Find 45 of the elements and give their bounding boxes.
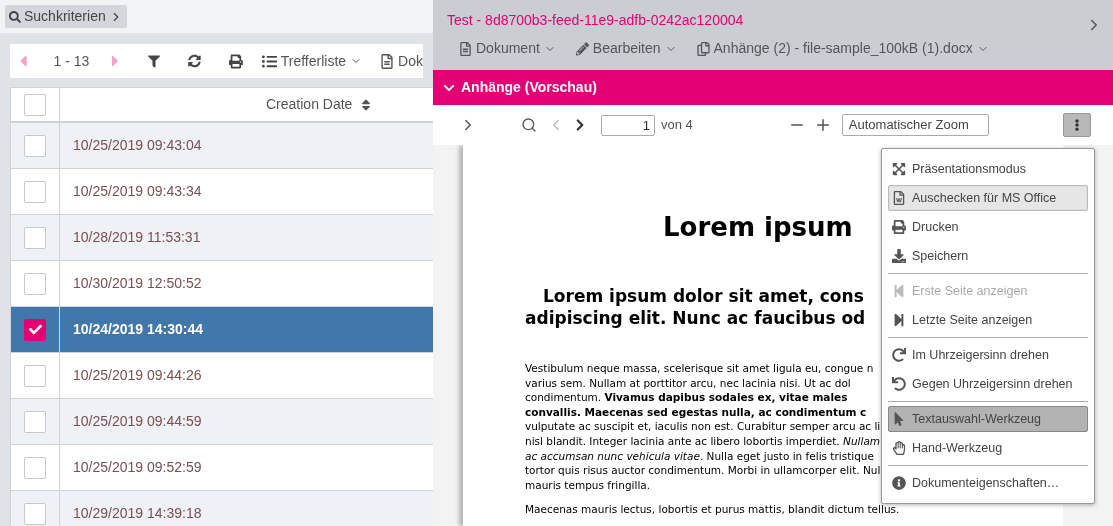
table-row[interactable]: 10/25/2019 09:44:26 [11, 353, 433, 399]
document-title: Test - 8d8700b3-feed-11e9-adfb-0242ac120004 [447, 11, 745, 30]
table-cell-text: 10/25/2019 09:43:34 [73, 182, 202, 201]
table-row[interactable]: 10/30/2019 12:50:52 [11, 261, 433, 307]
menu-item[interactable]: Speichern [888, 243, 1088, 269]
table-row[interactable]: 10/29/2019 14:39:18 [11, 491, 433, 526]
zoom-select[interactable]: Automatischer Zoom [841, 114, 989, 136]
table-cell-text: 10/24/2019 14:30:44 [73, 320, 203, 339]
page-number-field[interactable]: 1 [601, 114, 655, 136]
table-cell-text: 10/30/2019 12:50:52 [73, 274, 202, 293]
menu-button[interactable]: Anhänge (2) - file-sample_100kB (1).docx [696, 38, 989, 59]
menu-button[interactable]: Bearbeiten [575, 38, 677, 59]
document-button[interactable]: Dok [380, 50, 423, 72]
table-row[interactable]: 10/25/2019 09:43:04 [11, 123, 433, 169]
table-row[interactable]: 10/28/2019 11:53:31 [11, 215, 433, 261]
menu-item[interactable]: Präsentationsmodus [888, 156, 1088, 182]
table-cell-text: 10/28/2019 11:53:31 [73, 228, 201, 247]
table-cell-text: 10/25/2019 09:52:59 [73, 458, 202, 477]
table-cell-text: 10/29/2019 14:39:18 [73, 504, 202, 523]
menu-item[interactable]: Dokumenteigenschaften… [888, 470, 1088, 496]
table-row[interactable]: 10/25/2019 09:52:59 [11, 445, 433, 491]
document-subheading: Lorem ipsum dolor sit amet, cons adipiscing elit. Nunc ac faucibus od [525, 285, 866, 329]
column-header[interactable]: Creation Date [266, 94, 353, 115]
table-cell-text: 10/25/2019 09:43:04 [73, 136, 202, 155]
document-heading: Lorem ipsum [663, 211, 853, 243]
table-row[interactable]: 10/24/2019 14:30:44 [11, 307, 433, 353]
menu-item[interactable]: Textauswahl-Werkzeug [888, 406, 1088, 432]
page-count: von 4 [661, 116, 693, 135]
menu-item[interactable]: Im Uhrzeigersinn drehen [888, 342, 1088, 368]
menu-item[interactable]: Gegen Uhrzeigersinn drehen [888, 371, 1088, 397]
table-row[interactable]: 10/25/2019 09:44:59 [11, 399, 433, 445]
table-row[interactable]: 10/25/2019 09:43:34 [11, 169, 433, 215]
menu-item[interactable]: Auschecken für MS Office [888, 185, 1088, 211]
body-paragraph: Vestibulum neque massa, scelerisque sit amet ligula eu, congue n varius sem. Nullam at porttitor arcu, nec lacinia nisi. Ut ac dol condimentum. Vivamus dapibus sodales ex, vitae males convallis. Maecenas sed egestas nulla, ac condimentum c vulputate ac suscipit et, iaculis non est. Curabitur semper arcu ac li nisl blandit. Integer lacinia ante ac libero lobortis imperdiet. Nullam ac accumsan nunc vehicula vitae. Nulla eget justo in felis tristique tortor quis risus auctor condimentum. Morbi in ullamcorper elit. Nul mauris tempus fringilla. [525, 361, 881, 493]
search-criteria-button[interactable]: Suchkriterien [5, 5, 127, 28]
range-text: 1 - 13 [53, 51, 90, 71]
menu-item[interactable]: Hand-Werkzeug [888, 435, 1088, 461]
menu-item[interactable]: Letzte Seite anzeigen [888, 307, 1088, 333]
table-cell-text: 10/25/2019 09:44:26 [73, 366, 202, 385]
menu-button[interactable]: Dokument [459, 38, 556, 59]
result-list-button[interactable]: Trefferliste [261, 50, 363, 72]
table-cell-text: 10/25/2019 09:44:59 [73, 412, 202, 431]
body-paragraph: Maecenas mauris lectus, lobortis et purus mattis, blandit dictum tellus. [525, 502, 900, 517]
menu-item[interactable]: Drucken [888, 214, 1088, 240]
section-header[interactable]: Anhänge (Vorschau) [433, 70, 1113, 105]
